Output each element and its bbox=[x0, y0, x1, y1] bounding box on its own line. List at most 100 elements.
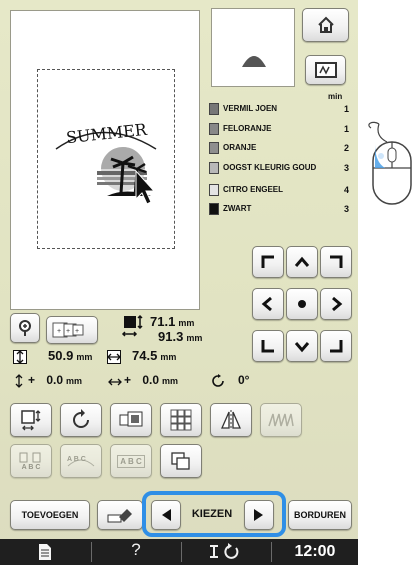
thread-swatch bbox=[209, 161, 219, 174]
vertical-position-unit: mm bbox=[76, 352, 93, 362]
corner-up-right-icon bbox=[330, 255, 343, 268]
thread-swatch bbox=[209, 102, 219, 115]
triangle-right-icon bbox=[254, 509, 263, 521]
move-down-button[interactable] bbox=[286, 330, 318, 362]
thread-color-name: VERMIL JOEN bbox=[223, 103, 278, 113]
move-up-left-button[interactable] bbox=[252, 246, 284, 278]
machine-screen: SUMMER min VERMIL JOEN 1 FELORANJE 1 ORANJE 2… bbox=[0, 0, 358, 565]
array-text-button[interactable]: A B C bbox=[60, 444, 102, 478]
thread-swatch bbox=[209, 202, 219, 215]
move-up-right-button[interactable] bbox=[320, 246, 352, 278]
thread-color-row: ORANJE 2 bbox=[209, 139, 349, 156]
thread-color-minutes: 2 bbox=[343, 142, 349, 153]
array-button[interactable] bbox=[160, 403, 202, 437]
size-icon bbox=[121, 314, 143, 337]
size-height-unit: mm bbox=[178, 318, 195, 328]
svg-text:+: + bbox=[75, 328, 79, 335]
copy-icon bbox=[171, 452, 190, 470]
embroider-button[interactable]: BORDUREN bbox=[288, 500, 352, 530]
vertical-position: 50.9 mm bbox=[48, 348, 92, 363]
horizontal-position-icon bbox=[107, 350, 121, 364]
move-down-left-button[interactable] bbox=[252, 330, 284, 362]
move-right-button[interactable] bbox=[320, 288, 352, 320]
delete-button[interactable] bbox=[97, 500, 143, 530]
vertical-offset-icon bbox=[15, 374, 23, 388]
rotation-icon bbox=[212, 374, 224, 387]
text-edit-button[interactable]: A B C bbox=[110, 444, 152, 478]
thread-swatch bbox=[209, 141, 219, 154]
vertical-position-icon bbox=[13, 350, 27, 364]
chevron-right-icon bbox=[332, 296, 343, 312]
corner-down-left-icon bbox=[261, 340, 274, 353]
size-width: 91.3 mm bbox=[158, 329, 202, 344]
horizontal-position: 74.5 mm bbox=[132, 348, 176, 363]
zoom-levels-button[interactable]: + + + bbox=[46, 316, 98, 344]
copy-button[interactable] bbox=[160, 444, 202, 478]
vertical-position-value: 50.9 bbox=[48, 348, 74, 363]
rotate-icon bbox=[73, 409, 89, 428]
size-edit-button[interactable] bbox=[10, 403, 52, 437]
embroider-label: BORDUREN bbox=[293, 510, 346, 520]
svg-text:+: + bbox=[57, 328, 61, 335]
vertical-offset: + 0.0 mm bbox=[28, 373, 82, 387]
size-height-value: 71.1 bbox=[150, 314, 176, 329]
thread-color-minutes: 1 bbox=[343, 123, 349, 134]
corner-down-right-icon bbox=[330, 340, 343, 353]
rotation-value: 0° bbox=[238, 373, 250, 387]
thread-color-name: OOGST KLEURIG GOUD bbox=[223, 162, 317, 172]
zoom-levels-icon: + + + bbox=[52, 322, 84, 338]
display-button[interactable] bbox=[305, 55, 346, 85]
thread-color-minutes: 3 bbox=[343, 203, 349, 214]
horizontal-offset-icon bbox=[108, 378, 122, 386]
select-label: KIEZEN bbox=[191, 508, 233, 520]
thread-info-button[interactable] bbox=[182, 539, 270, 565]
thread-swatch bbox=[209, 122, 219, 135]
density-icon bbox=[268, 413, 294, 427]
horizontal-offset-value: 0.0 bbox=[142, 373, 160, 387]
thread-color-row: ZWART 3 bbox=[209, 200, 349, 217]
eraser-icon bbox=[107, 509, 132, 523]
chevron-down-icon bbox=[294, 342, 310, 353]
cursor-arrow bbox=[135, 169, 156, 205]
mirror-button[interactable] bbox=[210, 403, 252, 437]
abc-label-1: A B C bbox=[21, 463, 41, 471]
abc-label-3: A B C bbox=[117, 454, 145, 468]
border-icon bbox=[119, 411, 143, 427]
help-button[interactable]: ? bbox=[92, 540, 180, 565]
horizontal-position-value: 74.5 bbox=[132, 348, 158, 363]
horizontal-offset-unit: mm bbox=[162, 376, 179, 386]
chevron-left-icon bbox=[261, 296, 272, 312]
move-down-right-button[interactable] bbox=[320, 330, 352, 362]
vertical-offset-value: 0.0 bbox=[46, 373, 64, 387]
home-button[interactable] bbox=[302, 8, 349, 42]
select-next-button[interactable] bbox=[244, 500, 274, 530]
magnify-icon bbox=[19, 320, 31, 336]
resize-icon bbox=[21, 410, 41, 431]
abc-label-2: A B C bbox=[67, 456, 86, 463]
move-up-button[interactable] bbox=[286, 246, 318, 278]
thread-color-row: FELORANJE 1 bbox=[209, 120, 349, 137]
size-width-unit: mm bbox=[186, 333, 203, 343]
thread-color-row: VERMIL JOEN 1 bbox=[209, 100, 349, 117]
border-button[interactable] bbox=[110, 403, 152, 437]
chevron-up-icon bbox=[294, 256, 310, 267]
horizontal-offset-sign: + bbox=[124, 373, 132, 387]
letter-spacing-button[interactable]: A B C bbox=[10, 444, 52, 478]
select-prev-button[interactable] bbox=[151, 500, 181, 530]
rotate-button[interactable] bbox=[60, 403, 102, 437]
thread-info-icon bbox=[210, 543, 239, 559]
add-button[interactable]: TOEVOEGEN bbox=[10, 500, 90, 530]
zoom-button[interactable] bbox=[10, 313, 40, 343]
manual-button[interactable] bbox=[0, 539, 90, 565]
thread-color-row: OOGST KLEURIG GOUD 3 bbox=[209, 159, 349, 176]
clock: 12:00 bbox=[294, 543, 336, 560]
center-dot-icon bbox=[298, 300, 306, 308]
density-button[interactable] bbox=[260, 403, 302, 437]
spacing-icon bbox=[19, 452, 41, 462]
move-left-button[interactable] bbox=[252, 288, 284, 320]
add-label: TOEVOEGEN bbox=[21, 510, 79, 520]
home-icon bbox=[317, 16, 334, 33]
thread-color-name: ORANJE bbox=[223, 142, 257, 152]
move-center-button[interactable] bbox=[286, 288, 318, 320]
svg-text:+: + bbox=[66, 328, 70, 335]
